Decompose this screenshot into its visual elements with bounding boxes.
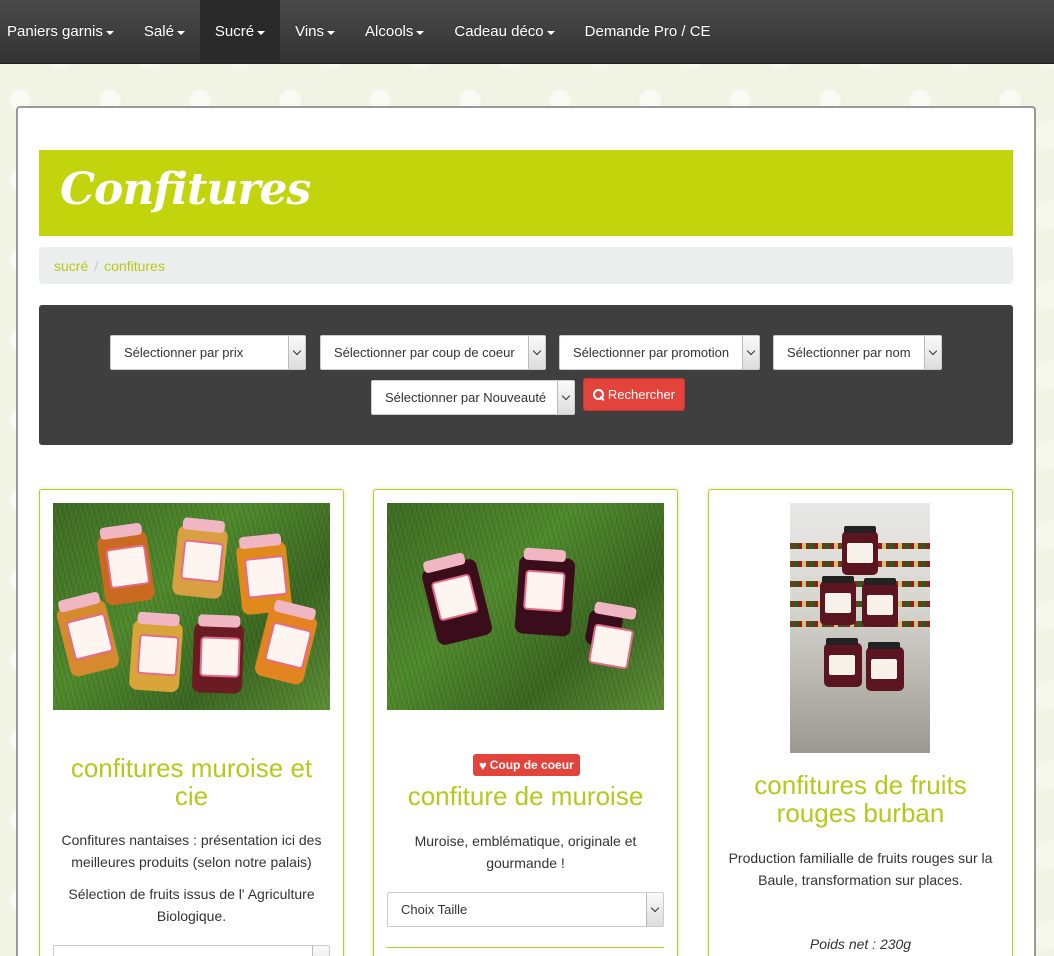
heart-icon: ♥: [479, 757, 487, 773]
product-description: Muroise, emblématique, originale et gour…: [414, 833, 637, 871]
category-banner: Confitures: [39, 150, 1013, 236]
product-description: Production familialle de fruits rouges s…: [728, 850, 993, 888]
product-image-muroise[interactable]: [387, 503, 664, 710]
nav-paniers-garnis[interactable]: Paniers garnis: [0, 0, 129, 63]
filter-new-select[interactable]: Sélectionner par Nouveauté: [371, 380, 575, 415]
breadcrumb-item-sucre[interactable]: sucré: [54, 258, 88, 274]
chevron-down-icon: [646, 893, 663, 926]
page-title: Confitures: [60, 164, 311, 215]
select-value: Sélectionner par promotion: [573, 345, 730, 360]
nav-label: Sucré: [214, 23, 255, 40]
size-select[interactable]: Choix Taille: [387, 892, 664, 927]
filter-name-select[interactable]: Sélectionner par nom: [773, 335, 942, 370]
select-value: Sélectionner par prix: [124, 345, 244, 360]
nav-vins[interactable]: Vins: [280, 0, 350, 63]
nav-label: Vins: [295, 23, 325, 40]
select-value: Sélectionner par coup de coeur: [334, 345, 515, 360]
caret-down-icon: [257, 30, 266, 35]
select-value: Sélectionner par Nouveauté: [385, 390, 547, 405]
breadcrumb: sucré / confitures: [39, 247, 1013, 284]
nav-demande-pro[interactable]: Demande Pro / CE: [570, 0, 726, 63]
product-card: ♥ Coup de coeur confiture de muroise Mur…: [373, 489, 678, 956]
filter-price-select[interactable]: Sélectionner par prix: [110, 335, 306, 370]
caret-down-icon: [176, 30, 185, 35]
nav-label: Demande Pro / CE: [584, 23, 711, 40]
search-icon: [592, 389, 604, 400]
search-button-label: Rechercher: [607, 387, 676, 402]
product-title[interactable]: confiture de muroise: [374, 782, 677, 810]
product-image-burban[interactable]: [790, 503, 930, 753]
filter-bar: Sélectionner par prix Sélectionner par c…: [39, 305, 1013, 445]
nav-alcools[interactable]: Alcools: [350, 0, 439, 63]
product-card: confitures muroise et cie Confitures nan…: [39, 489, 344, 956]
search-button[interactable]: Rechercher: [583, 378, 685, 411]
caret-down-icon: [105, 30, 114, 35]
product-description: Confitures nantaises : présentation ici …: [61, 832, 322, 870]
nav-sale[interactable]: Salé: [129, 0, 200, 63]
select-value: Choix Taille: [401, 902, 468, 917]
product-description: Sélection de fruits issus de l' Agricult…: [68, 886, 315, 924]
nav-label: Cadeau déco: [454, 23, 544, 40]
filter-promotion-select[interactable]: Sélectionner par promotion: [559, 335, 760, 370]
content-panel: Confitures sucré / confitures Sélectionn…: [16, 106, 1036, 956]
select-value: Sélectionner par nom: [787, 345, 911, 360]
nav-label: Alcools: [365, 23, 414, 40]
badge-label: Coup de coeur: [489, 758, 574, 772]
filter-favorite-select[interactable]: Sélectionner par coup de coeur: [320, 335, 546, 370]
chevron-down-icon: [288, 336, 305, 369]
chevron-down-icon: [557, 381, 574, 414]
divider: [387, 947, 664, 948]
main-navbar: Paniers garnis Salé Sucré Vins Alcools C…: [0, 0, 1054, 64]
chevron-down-icon: [528, 336, 545, 369]
nav-label: Salé: [143, 23, 174, 40]
chevron-down-icon: [924, 336, 941, 369]
product-option-select[interactable]: [53, 945, 330, 956]
nav-cadeau-deco[interactable]: Cadeau déco: [439, 0, 569, 63]
chevron-down-icon: [312, 946, 329, 956]
product-title[interactable]: confitures muroise et cie: [40, 754, 343, 810]
chevron-down-icon: [742, 336, 759, 369]
favorite-badge: ♥ Coup de coeur: [473, 754, 580, 776]
product-weight: Poids net : 230g: [809, 936, 912, 952]
caret-down-icon: [546, 30, 555, 35]
product-card: confitures de fruits rouges burban Produ…: [708, 489, 1013, 956]
breadcrumb-separator: /: [94, 257, 99, 274]
caret-down-icon: [327, 30, 336, 35]
nav-sucre[interactable]: Sucré: [199, 0, 281, 63]
breadcrumb-item-confitures[interactable]: confitures: [104, 258, 165, 274]
product-image-jams-assortment[interactable]: [53, 503, 330, 710]
product-title[interactable]: confitures de fruits rouges burban: [709, 771, 1012, 827]
nav-label: Paniers garnis: [7, 23, 103, 40]
caret-down-icon: [416, 30, 425, 35]
